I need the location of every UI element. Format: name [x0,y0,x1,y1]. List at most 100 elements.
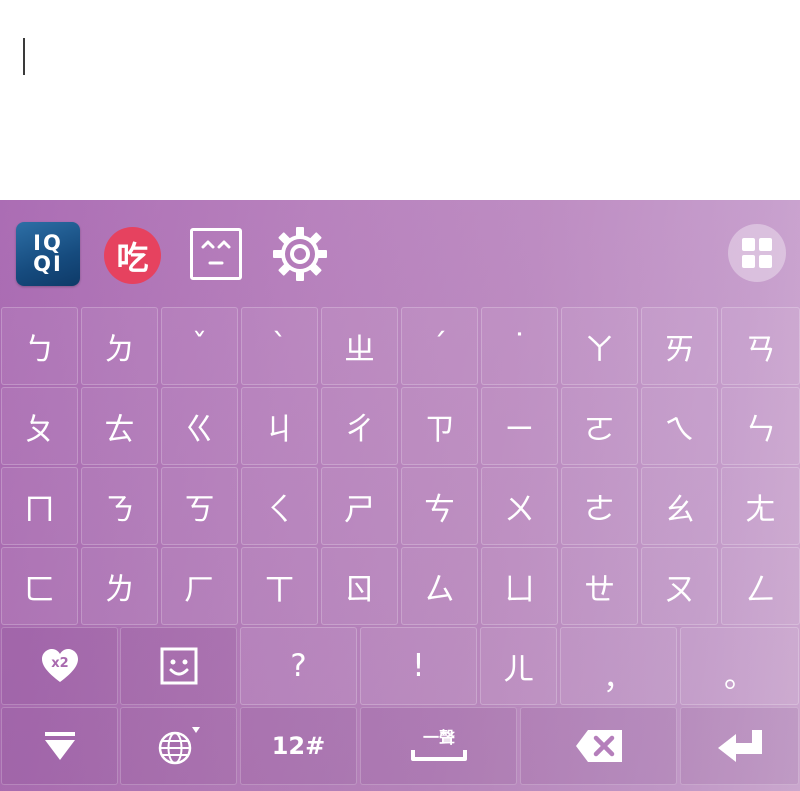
bopomofo-key[interactable]: ㄣ [721,387,800,465]
bopomofo-key[interactable]: ㄝ [561,547,638,625]
bopomofo-key[interactable]: ㄩ [481,547,558,625]
logo-text-top: IQ [33,231,63,255]
key-label: ˋ [271,328,288,364]
bopomofo-key[interactable]: ㄆ [1,387,78,465]
period-key[interactable]: 。 [680,627,799,705]
keyboard-toolbar: IQ QI 吃 [0,200,800,306]
settings-button[interactable] [270,224,330,284]
bopomofo-key[interactable]: ˇ [161,307,238,385]
key-row-2: ㄆㄊㄍㄐㄔㄗㄧㄛㄟ ㄣ [0,386,800,466]
enter-key[interactable] [680,707,799,785]
apps-grid-button[interactable] [728,224,786,282]
bopomofo-key-er[interactable]: ㄦ [480,627,557,705]
key-label: ㄐ [264,411,295,448]
bopomofo-key[interactable]: ㄒ [241,547,318,625]
bopomofo-key[interactable]: ㄜ [561,467,638,545]
bopomofo-key[interactable]: ㄔ [321,387,398,465]
key-label: ㄙ [424,571,455,608]
emoticon-face-icon [201,240,231,265]
bopomofo-key[interactable]: ㄘ [401,467,478,545]
question-mark-key[interactable]: ? [240,627,357,705]
bopomofo-key[interactable]: ㄋ [81,467,158,545]
key-row-5: x2 ? ! ㄦ ， 。 [0,626,800,706]
favorites-heart-key[interactable]: x2 [1,627,118,705]
key-label: ㄓ [344,331,375,368]
key-label: ㄈ [24,571,55,608]
bopomofo-key[interactable]: ㄌ [81,547,158,625]
bopomofo-key[interactable]: ㄟ [641,387,718,465]
key-row-1: ㄅ ㄉ ˇ ˋ ㄓ ˊ ˙ ㄚ ㄞ ㄢ [0,306,800,386]
key-label: ㄡ [664,571,695,608]
bopomofo-key[interactable]: ㄚ [561,307,638,385]
bopomofo-key[interactable]: ˊ [401,307,478,385]
emoticon-face-button[interactable] [190,228,242,280]
bopomofo-key[interactable]: ㄛ [561,387,638,465]
emoji-key[interactable] [120,627,237,705]
key-label: ㄏ [184,571,215,608]
bopomofo-key[interactable]: ㄈ [1,547,78,625]
bopomofo-key[interactable]: ˋ [241,307,318,385]
bopomofo-key[interactable]: ㄅ [1,307,78,385]
bopomofo-key[interactable]: ㄐ [241,387,318,465]
bopomofo-key[interactable]: ㄊ [81,387,158,465]
key-label: ˊ [431,328,448,364]
eat-badge-label: 吃 [116,238,149,277]
key-label: ˙ [511,328,528,364]
key-label: ㄢ [745,331,776,368]
numbers-symbols-key[interactable]: 12# [240,707,357,785]
bopomofo-key[interactable]: ㄗ [401,387,478,465]
comma-key[interactable]: ， [560,627,677,705]
key-label: ㄟ [664,411,695,448]
key-label: ㄊ [104,411,135,448]
enter-icon [717,730,762,762]
bopomofo-key[interactable]: ㄢ [721,307,800,385]
key-row-4: ㄈ ㄌ ㄏㄒㄖㄙ ㄩ ㄝ ㄡ ㄥ [0,546,800,626]
bopomofo-key[interactable]: ㄧ [481,387,558,465]
key-label: ㄥ [745,571,776,608]
backspace-key[interactable] [520,707,677,785]
key-label: ˇ [191,328,208,364]
exclamation-key[interactable]: ! [360,627,477,705]
iqqi-logo-button[interactable]: IQ QI [16,222,80,286]
key-row-6: 12# 一聲 [0,706,800,786]
space-bar-icon: 一聲 [410,728,467,761]
food-sticker-button[interactable]: 吃 [104,227,161,284]
bopomofo-key[interactable]: ㄍ [161,387,238,465]
space-first-tone-key[interactable]: 一聲 [360,707,517,785]
key-label: ㄩ [504,571,535,608]
bopomofo-key[interactable]: ˙ [481,307,558,385]
bopomofo-key[interactable]: ㄤ [721,467,800,545]
bopomofo-key[interactable]: ㄉ [81,307,158,385]
gear-icon [273,227,327,281]
key-label: ㄣ [745,411,776,448]
key-label: ㄌ [104,571,135,608]
bopomofo-key[interactable]: ㄞ [641,307,718,385]
key-label: ㄑ [264,491,295,528]
hide-keyboard-key[interactable] [1,707,118,785]
bopomofo-key[interactable]: ㄎ [161,467,238,545]
key-label: 12# [271,732,326,760]
bopomofo-key[interactable]: ㄡ [641,547,718,625]
bopomofo-key[interactable]: ㄖ [321,547,398,625]
smiley-face-icon [160,647,197,685]
bopomofo-key[interactable]: ㄙ [401,547,478,625]
key-label: ㄝ [584,571,615,608]
bopomofo-key[interactable]: ㄥ [721,547,800,625]
bopomofo-key[interactable]: ㄠ [641,467,718,545]
key-label: ! [412,648,425,684]
bopomofo-key[interactable]: ㄏ [161,547,238,625]
bopomofo-key[interactable]: ㄑ [241,467,318,545]
key-label: ? [290,648,307,684]
language-switch-key[interactable] [120,707,237,785]
first-tone-text: 一聲 [422,728,454,747]
key-label: ㄠ [664,491,695,528]
key-label: ㄗ [424,411,455,448]
bopomofo-key[interactable]: ㄨ [481,467,558,545]
bopomofo-key[interactable]: ㄇ [1,467,78,545]
backspace-icon [575,730,622,762]
bopomofo-key[interactable]: ㄓ [321,307,398,385]
globe-icon [158,727,200,765]
bopomofo-keyboard: IQ QI 吃 ㄅ ㄉ ˇ ˋ ㄓ ˊ ˙ ㄚ ㄞ ㄢ ㄆ ㄊ ㄍ ㄐ ㄔ ㄗ … [0,200,800,791]
text-input-area[interactable] [0,0,800,200]
bopomofo-key[interactable]: ㄕ [321,467,398,545]
